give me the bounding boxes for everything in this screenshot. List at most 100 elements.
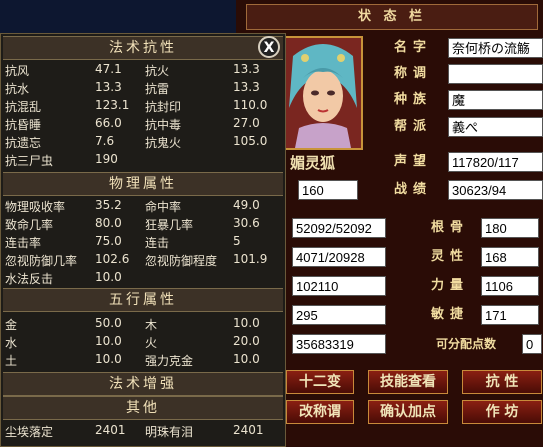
other-header: 其他 (3, 396, 283, 420)
skills-view-button[interactable]: 技能查看 (368, 370, 448, 394)
stat-value: 190 (95, 152, 118, 166)
stat-value: 105.0 (233, 134, 268, 148)
stat-label: 水 (5, 336, 18, 350)
stat-label: 致命几率 (5, 218, 54, 232)
stat-value: 13.3 (233, 62, 260, 76)
stat-label: 抗遗忘 (5, 136, 42, 150)
stat-row: 土 10.0 强力克金 10.0 (5, 352, 281, 369)
stat-label: 抗水 (5, 82, 30, 96)
stat-label: 抗风 (5, 64, 30, 78)
stat-value: 13.3 (95, 80, 122, 94)
money-value: 35683319 (292, 334, 386, 354)
stat-value: 30.6 (233, 216, 260, 230)
merit-label: 战绩 (393, 182, 432, 197)
race-value: 魔 (448, 90, 543, 110)
stat-label: 抗中毒 (145, 118, 182, 132)
stat-value: 5 (233, 234, 241, 248)
rename-title-button[interactable]: 改称谓 (286, 400, 354, 424)
stat-value: 50.0 (95, 316, 122, 330)
status-window-title: 状 态 栏 (246, 4, 538, 30)
stat-label: 连击 (145, 236, 170, 250)
stat-label: 忽视防御程度 (145, 254, 218, 268)
stat-row: 水 10.0 火 20.0 (5, 334, 281, 351)
stat-label: 尘埃落定 (5, 425, 54, 439)
name-label: 名字 (393, 40, 432, 55)
confirm-points-button[interactable]: 确认加点 (368, 400, 448, 424)
stat-row: 抗风 47.1 抗火 13.3 (5, 62, 281, 79)
guild-label: 帮派 (393, 119, 432, 134)
stat-label: 狂暴几率 (145, 218, 194, 232)
prestige-value: 117820/117 (448, 152, 543, 172)
strength-label: 力量 (430, 278, 469, 293)
stat-value: 35.2 (95, 198, 122, 212)
points-value: 0 (522, 334, 542, 354)
stat-row: 物理吸收率 35.2 命中率 49.0 (5, 198, 281, 215)
stat-row: 水法反击 10.0 (5, 270, 281, 287)
stat-label: 抗三尸虫 (5, 154, 54, 168)
stat-label: 命中率 (145, 200, 182, 214)
stat-label: 水法反击 (5, 272, 54, 286)
stat-value: 102.6 (95, 252, 130, 266)
twelve-transform-button[interactable]: 十二变 (286, 370, 354, 394)
agility-label: 敏捷 (430, 307, 469, 322)
stat-label: 土 (5, 354, 18, 368)
stat-row: 忽视防御几率 102.6 忽视防御程度 101.9 (5, 252, 281, 269)
stat-label: 抗混乱 (5, 100, 42, 114)
stat-label: 抗火 (145, 64, 170, 78)
spirit-value[interactable]: 168 (481, 247, 539, 267)
stat-row: 金 50.0 木 10.0 (5, 316, 281, 333)
stat-row: 尘埃落定 2401 明珠有泪 2401 (5, 423, 281, 440)
stat-value: 10.0 (95, 352, 122, 366)
title-label: 称调 (393, 66, 432, 81)
magic-resist-header: 法术抗性 (3, 36, 283, 60)
stat-value: 75.0 (95, 234, 122, 248)
stat-label: 抗鬼火 (145, 136, 182, 150)
stat-label: 木 (145, 318, 158, 332)
stat-value: 2401 (233, 423, 264, 437)
stat-label: 金 (5, 318, 18, 332)
stat-value: 2401 (95, 423, 126, 437)
stat-value: 110.0 (233, 98, 268, 112)
stat-label: 抗雷 (145, 82, 170, 96)
stat-value: 10.0 (233, 316, 260, 330)
stat-label: 强力克金 (145, 354, 194, 368)
character-name: 媚灵狐 (290, 154, 336, 172)
prestige-label: 声望 (393, 154, 432, 169)
bone-label: 根骨 (430, 220, 469, 235)
stat4-value: 295 (292, 305, 386, 325)
stat-label: 物理吸收率 (5, 200, 66, 214)
stat-row: 抗水 13.3 抗雷 13.3 (5, 80, 281, 97)
name-value: 奈何桥の流觞 (448, 38, 543, 58)
stat-value: 7.6 (95, 134, 115, 148)
stat-row: 抗遗忘 7.6 抗鬼火 105.0 (5, 134, 281, 151)
strength-value[interactable]: 1106 (481, 276, 539, 296)
stat-row: 抗昏睡 66.0 抗中毒 27.0 (5, 116, 281, 133)
stat-row: 抗三尸虫 190 (5, 152, 281, 169)
hp-value: 52092/52092 (292, 218, 386, 238)
points-label: 可分配点数 (436, 337, 497, 351)
bone-value[interactable]: 180 (481, 218, 539, 238)
stat-label: 忽视防御几率 (5, 254, 78, 268)
stat-value: 20.0 (233, 334, 260, 348)
stat-value: 27.0 (233, 116, 260, 130)
title-value (448, 64, 543, 84)
close-icon[interactable]: X (258, 36, 280, 58)
stat-value: 47.1 (95, 62, 122, 76)
stat-label: 抗昏睡 (5, 118, 42, 132)
magic-boost-header[interactable]: 法术增强 (3, 372, 283, 396)
race-label: 种族 (393, 92, 432, 107)
stat-value: 66.0 (95, 116, 122, 130)
stat-value: 10.0 (233, 352, 260, 366)
stat-value: 10.0 (95, 334, 122, 348)
workshop-button[interactable]: 作 坊 (462, 400, 542, 424)
stat-label: 火 (145, 336, 158, 350)
stat-value: 13.3 (233, 80, 260, 94)
agility-value[interactable]: 171 (481, 305, 539, 325)
stat-row: 抗混乱 123.1 抗封印 110.0 (5, 98, 281, 115)
stat-value: 10.0 (95, 270, 122, 284)
physical-attr-header: 物理属性 (3, 172, 283, 196)
guild-value: 義ぺ (448, 117, 543, 137)
resistance-button[interactable]: 抗 性 (462, 370, 542, 394)
level-value: 160 (298, 180, 358, 200)
element-attr-header: 五行属性 (3, 288, 283, 312)
